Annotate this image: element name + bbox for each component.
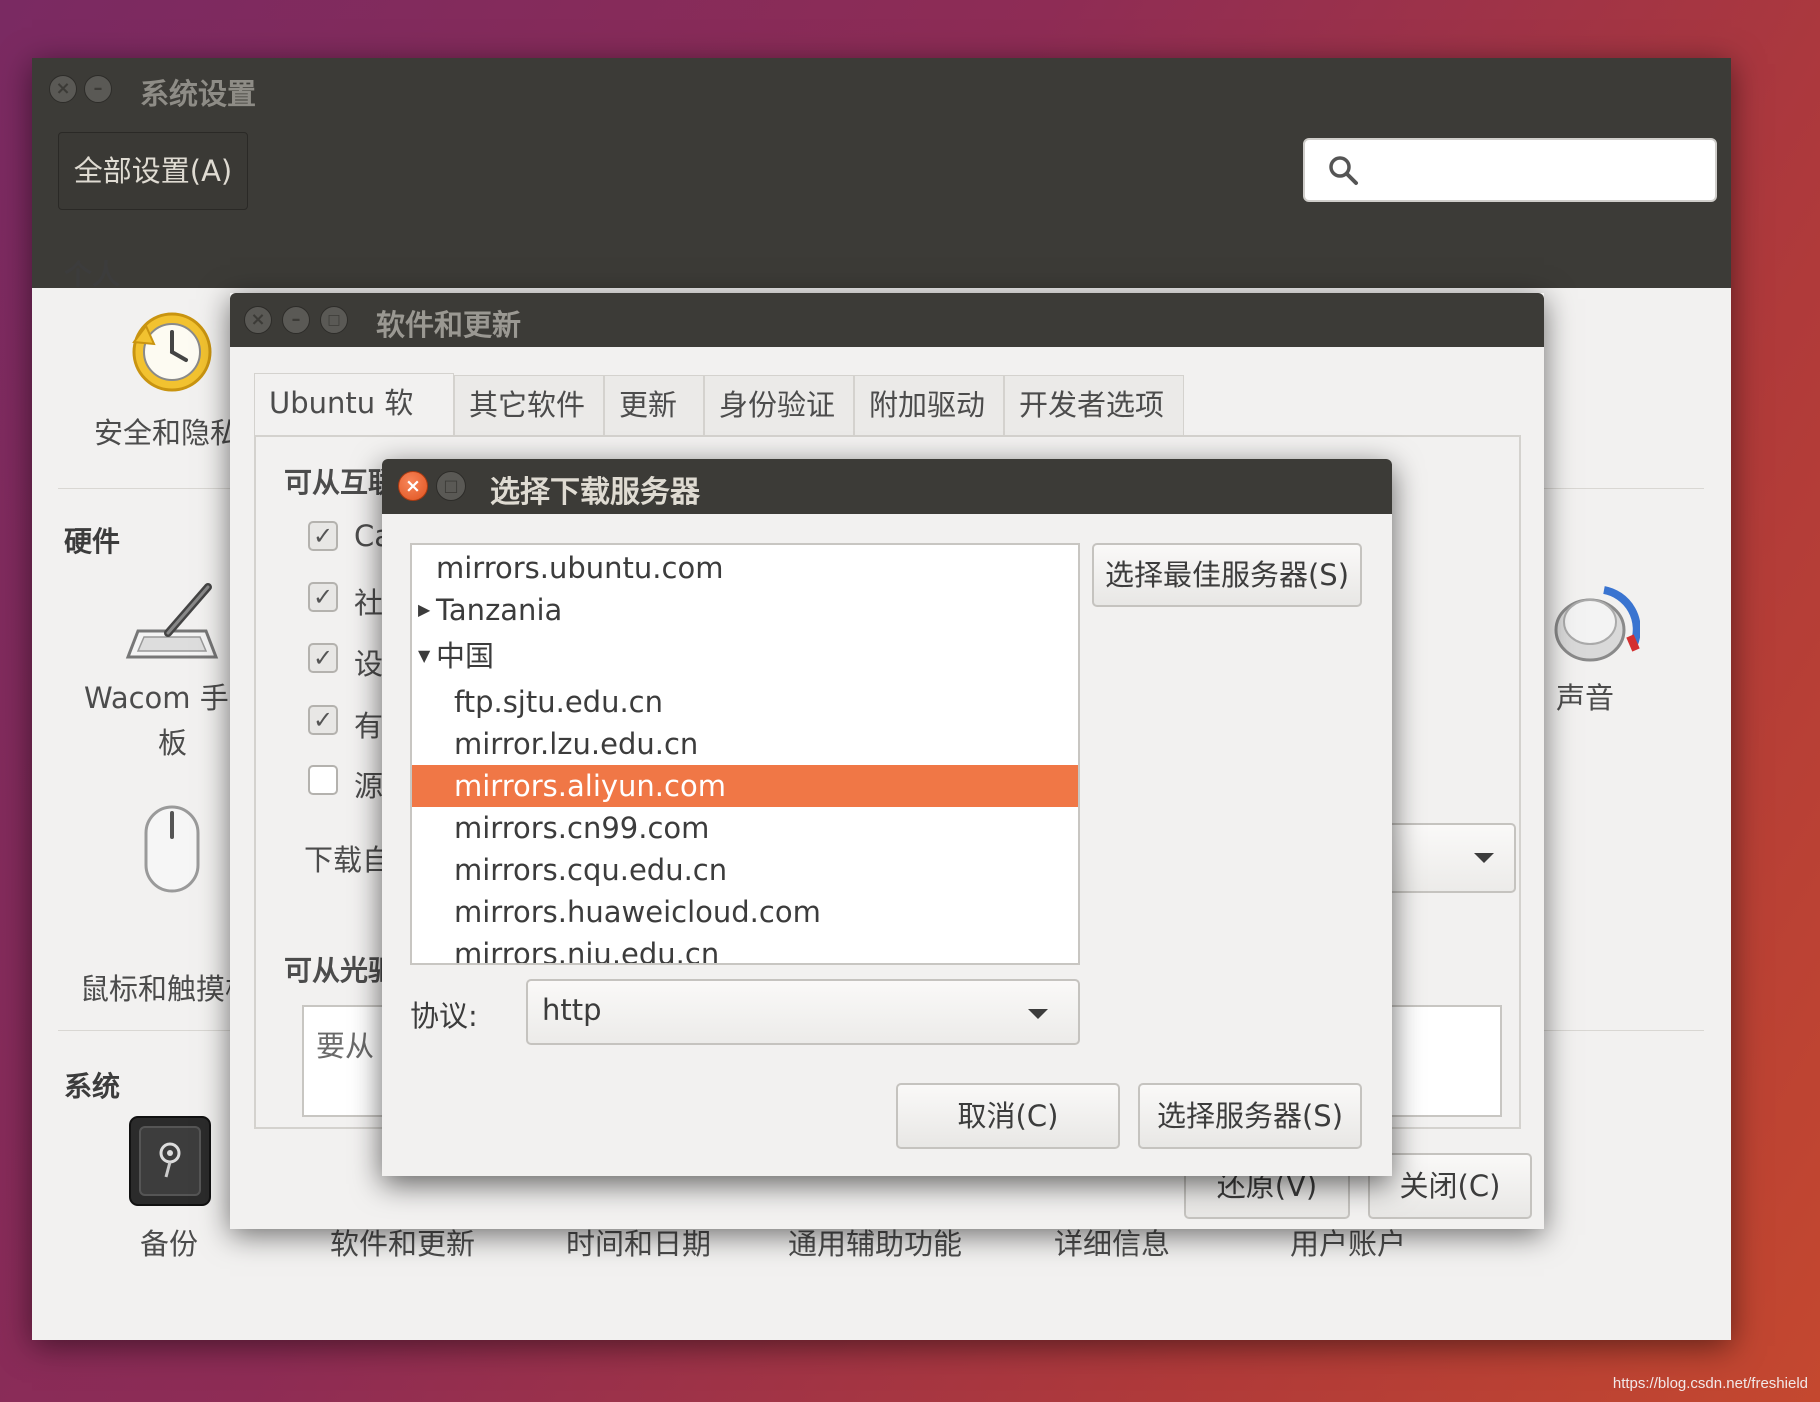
sound-label: 声音 bbox=[1556, 681, 1615, 715]
backup-safe-icon bbox=[129, 1116, 211, 1206]
backup-item[interactable] bbox=[126, 1113, 214, 1213]
section-system: 系统 bbox=[64, 1070, 121, 1103]
sound-item[interactable] bbox=[1544, 578, 1641, 678]
protocol-value: http bbox=[542, 993, 602, 1027]
server-list-item[interactable]: mirrors.huaweicloud.com bbox=[412, 891, 1078, 933]
checkbox-canonical[interactable]: ✓ bbox=[308, 521, 338, 551]
choose-server-button[interactable]: 选择服务器(S) bbox=[1138, 1083, 1362, 1149]
checkbox-restricted[interactable]: ✓ bbox=[308, 705, 338, 735]
wacom-tablet-icon bbox=[125, 583, 219, 659]
software-updates-titlebar: × – □ 软件和更新 bbox=[230, 293, 1544, 347]
cdrom-section-title: 可从光驱 bbox=[284, 954, 397, 987]
tab-additional-drivers[interactable]: 附加驱动 bbox=[854, 375, 1004, 435]
chevron-down-icon bbox=[1474, 853, 1494, 863]
server-label: Tanzania bbox=[436, 593, 563, 627]
dialog-title: 选择下载服务器 bbox=[490, 475, 700, 510]
server-list-item[interactable]: mirrors.ubuntu.com bbox=[412, 547, 1078, 589]
cdrom-placeholder: 要从 bbox=[316, 1029, 375, 1063]
server-label: mirrors.cqu.edu.cn bbox=[454, 853, 728, 887]
expander-expanded-icon[interactable]: ▼ bbox=[418, 635, 430, 677]
server-list-item[interactable]: ftp.sjtu.edu.cn bbox=[412, 681, 1078, 723]
checkbox-drivers[interactable]: ✓ bbox=[308, 643, 338, 673]
choose-server-titlebar: × □ 选择下载服务器 bbox=[382, 459, 1392, 514]
server-list-item[interactable]: mirrors.aliyun.com bbox=[412, 765, 1078, 807]
checkbox-label: 社 bbox=[354, 586, 384, 620]
select-best-server-button[interactable]: 选择最佳服务器(S) bbox=[1092, 543, 1362, 607]
security-privacy-item[interactable] bbox=[126, 306, 216, 400]
checkbox-label: 设 bbox=[354, 647, 384, 681]
tab-other-software[interactable]: 其它软件 bbox=[454, 375, 604, 435]
watermark-text: https://blog.csdn.net/freshield bbox=[1612, 1375, 1808, 1392]
server-list-item[interactable]: ▼ 中国 bbox=[412, 635, 1078, 677]
divider bbox=[1544, 1030, 1704, 1031]
mouse-icon bbox=[144, 805, 200, 893]
backup-label: 备份 bbox=[140, 1227, 199, 1261]
wacom-tablet-label-2: 板 bbox=[158, 726, 188, 760]
close-icon[interactable]: × bbox=[49, 75, 77, 103]
maximize-icon[interactable]: □ bbox=[320, 306, 348, 334]
server-list-item[interactable]: mirror.lzu.edu.cn bbox=[412, 723, 1078, 765]
mouse-touchpad-item[interactable] bbox=[140, 803, 204, 899]
server-list-item[interactable]: mirrors.cqu.edu.cn bbox=[412, 849, 1078, 891]
server-label: 中国 bbox=[436, 639, 495, 673]
divider bbox=[1544, 488, 1704, 489]
tab-authentication[interactable]: 身份验证 bbox=[704, 375, 854, 435]
system-settings-toolbar: 全部设置(A) bbox=[32, 124, 1731, 288]
expander-collapsed-icon[interactable]: ▶ bbox=[418, 589, 430, 631]
chevron-down-icon bbox=[1028, 1009, 1048, 1019]
cancel-button[interactable]: 取消(C) bbox=[896, 1083, 1120, 1149]
server-label: mirrors.nju.edu.cn bbox=[454, 937, 720, 965]
protocol-label: 协议: bbox=[410, 999, 478, 1033]
server-label: mirrors.cn99.com bbox=[454, 811, 710, 845]
checkbox-label: 有 bbox=[354, 709, 384, 743]
section-personal: 个人 bbox=[64, 258, 121, 291]
close-button[interactable]: 关闭(C) bbox=[1368, 1153, 1532, 1219]
system-settings-titlebar: × – 系统设置 bbox=[32, 58, 1731, 124]
tab-updates[interactable]: 更新 bbox=[604, 375, 704, 435]
server-list-item[interactable]: mirrors.nju.edu.cn bbox=[412, 933, 1078, 965]
section-hardware: 硬件 bbox=[64, 525, 121, 558]
window-title: 软件和更新 bbox=[376, 308, 522, 342]
divider bbox=[58, 488, 258, 489]
download-from-label: 下载自 bbox=[304, 843, 392, 877]
server-label: mirrors.huaweicloud.com bbox=[454, 895, 821, 929]
server-label: ftp.sjtu.edu.cn bbox=[454, 685, 664, 719]
window-title: 系统设置 bbox=[140, 77, 257, 111]
sound-knob-icon bbox=[1554, 586, 1641, 662]
server-tree[interactable]: mirrors.ubuntu.com ▶ Tanzania ▼ 中国 ftp.sjtu.e… bbox=[410, 543, 1080, 965]
maximize-icon[interactable]: □ bbox=[436, 471, 466, 501]
close-icon[interactable]: × bbox=[398, 471, 428, 501]
protocol-select[interactable]: http bbox=[526, 979, 1080, 1045]
all-settings-button[interactable]: 全部设置(A) bbox=[58, 132, 248, 210]
choose-server-dialog: × □ 选择下载服务器 mirrors.ubuntu.com ▶ Tanzania ▼… bbox=[382, 459, 1392, 1176]
divider bbox=[58, 1030, 258, 1031]
tab-developer-options[interactable]: 开发者选项 bbox=[1004, 375, 1184, 435]
server-label: mirrors.ubuntu.com bbox=[436, 551, 724, 585]
minimize-icon[interactable]: – bbox=[282, 306, 310, 334]
checkbox-community[interactable]: ✓ bbox=[308, 582, 338, 612]
checkbox-label: 源 bbox=[354, 769, 384, 803]
server-label: mirror.lzu.edu.cn bbox=[454, 727, 699, 761]
checkbox-source-code[interactable] bbox=[308, 765, 338, 795]
close-icon[interactable]: × bbox=[244, 306, 272, 334]
server-label: mirrors.aliyun.com bbox=[454, 769, 726, 803]
server-list-item[interactable]: ▶ Tanzania bbox=[412, 589, 1078, 631]
search-input[interactable] bbox=[1303, 138, 1717, 202]
tab-ubuntu-software[interactable]: Ubuntu 软件 bbox=[254, 373, 454, 478]
wacom-tablet-item[interactable] bbox=[124, 575, 220, 669]
search-icon bbox=[1329, 156, 1358, 185]
clock-restore-icon bbox=[132, 312, 212, 392]
server-list-item[interactable]: mirrors.cn99.com bbox=[412, 807, 1078, 849]
minimize-icon[interactable]: – bbox=[84, 75, 112, 103]
